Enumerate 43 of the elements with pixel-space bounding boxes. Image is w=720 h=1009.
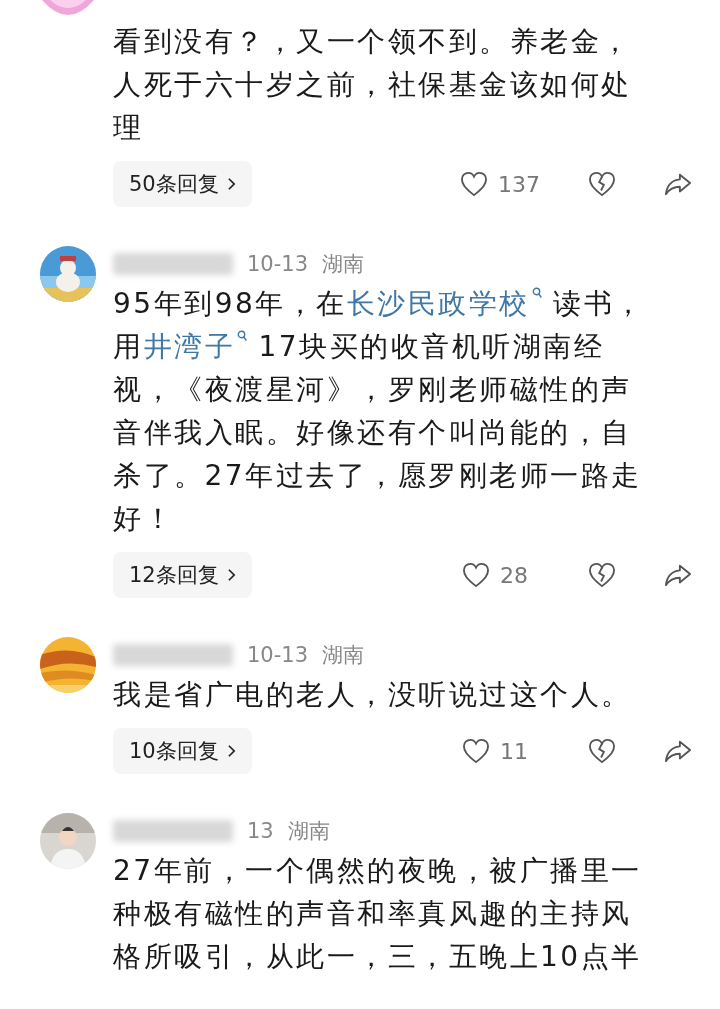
chevron-icon: [226, 744, 236, 758]
comment-date: 10-13: [247, 643, 309, 667]
comment-date: 13: [247, 819, 274, 843]
broken-heart-icon[interactable]: [588, 562, 616, 588]
comment-date: 10-13: [247, 252, 309, 276]
comment-text: 人死于六十岁之前，社保基金该如何处: [113, 68, 632, 101]
comment-text: 杀了。27年过去了，愿罗刚老师一路走: [113, 459, 642, 492]
comment-text: 17块买的收音机听湖南经: [257, 330, 605, 363]
comment-text: 音伴我入眠。好像还有个叫尚能的，自: [113, 416, 632, 449]
comment-text: 种极有磁性的声音和率真风趣的主持风: [113, 897, 632, 930]
replies-button[interactable]: 10条回复: [113, 728, 252, 774]
chevron-icon: [226, 177, 236, 191]
replies-button[interactable]: 50条回复: [113, 161, 252, 207]
comment-text: 看到没有？，又一个领不到。养老金，: [113, 25, 632, 58]
broken-heart-icon[interactable]: [588, 171, 616, 197]
comment-text: 格所吸引，从此一，三，五晚上10点半: [113, 940, 642, 973]
like-icon[interactable]: [460, 171, 488, 197]
broken-heart-icon[interactable]: [588, 738, 616, 764]
replies-button[interactable]: 12条回复: [113, 552, 252, 598]
search-icon: [237, 330, 247, 342]
share-icon[interactable]: [664, 171, 692, 197]
comment-region: 湖南: [322, 251, 365, 278]
like-count: 11: [500, 738, 529, 764]
topic-link[interactable]: 长沙民政学校: [346, 287, 542, 320]
like-count: 28: [500, 562, 529, 588]
chevron-icon: [226, 568, 236, 582]
comment-text: 27年前，一个偶然的夜晚，被广播里一: [113, 854, 642, 887]
share-icon[interactable]: [664, 738, 692, 764]
like-icon[interactable]: [462, 562, 490, 588]
like-count: 137: [498, 171, 540, 197]
comment-text: 读书，: [552, 287, 645, 320]
search-icon: [531, 287, 542, 299]
comment-text: 视，《夜渡星河》，罗刚老师磁性的声: [113, 373, 632, 406]
comment-text: 95年到98年，在: [113, 287, 347, 320]
comment-text: 我是省广电的老人，没听说过这个人。: [113, 678, 632, 711]
comment-region: 湖南: [322, 642, 365, 669]
share-icon[interactable]: [664, 562, 692, 588]
topic-link[interactable]: 井湾子: [143, 330, 247, 363]
comment-text: 用: [113, 330, 144, 363]
comment-region: 湖南: [287, 818, 330, 845]
comment-text: 好！: [113, 502, 174, 535]
like-icon[interactable]: [462, 738, 490, 764]
comment-text: 理: [113, 111, 144, 144]
